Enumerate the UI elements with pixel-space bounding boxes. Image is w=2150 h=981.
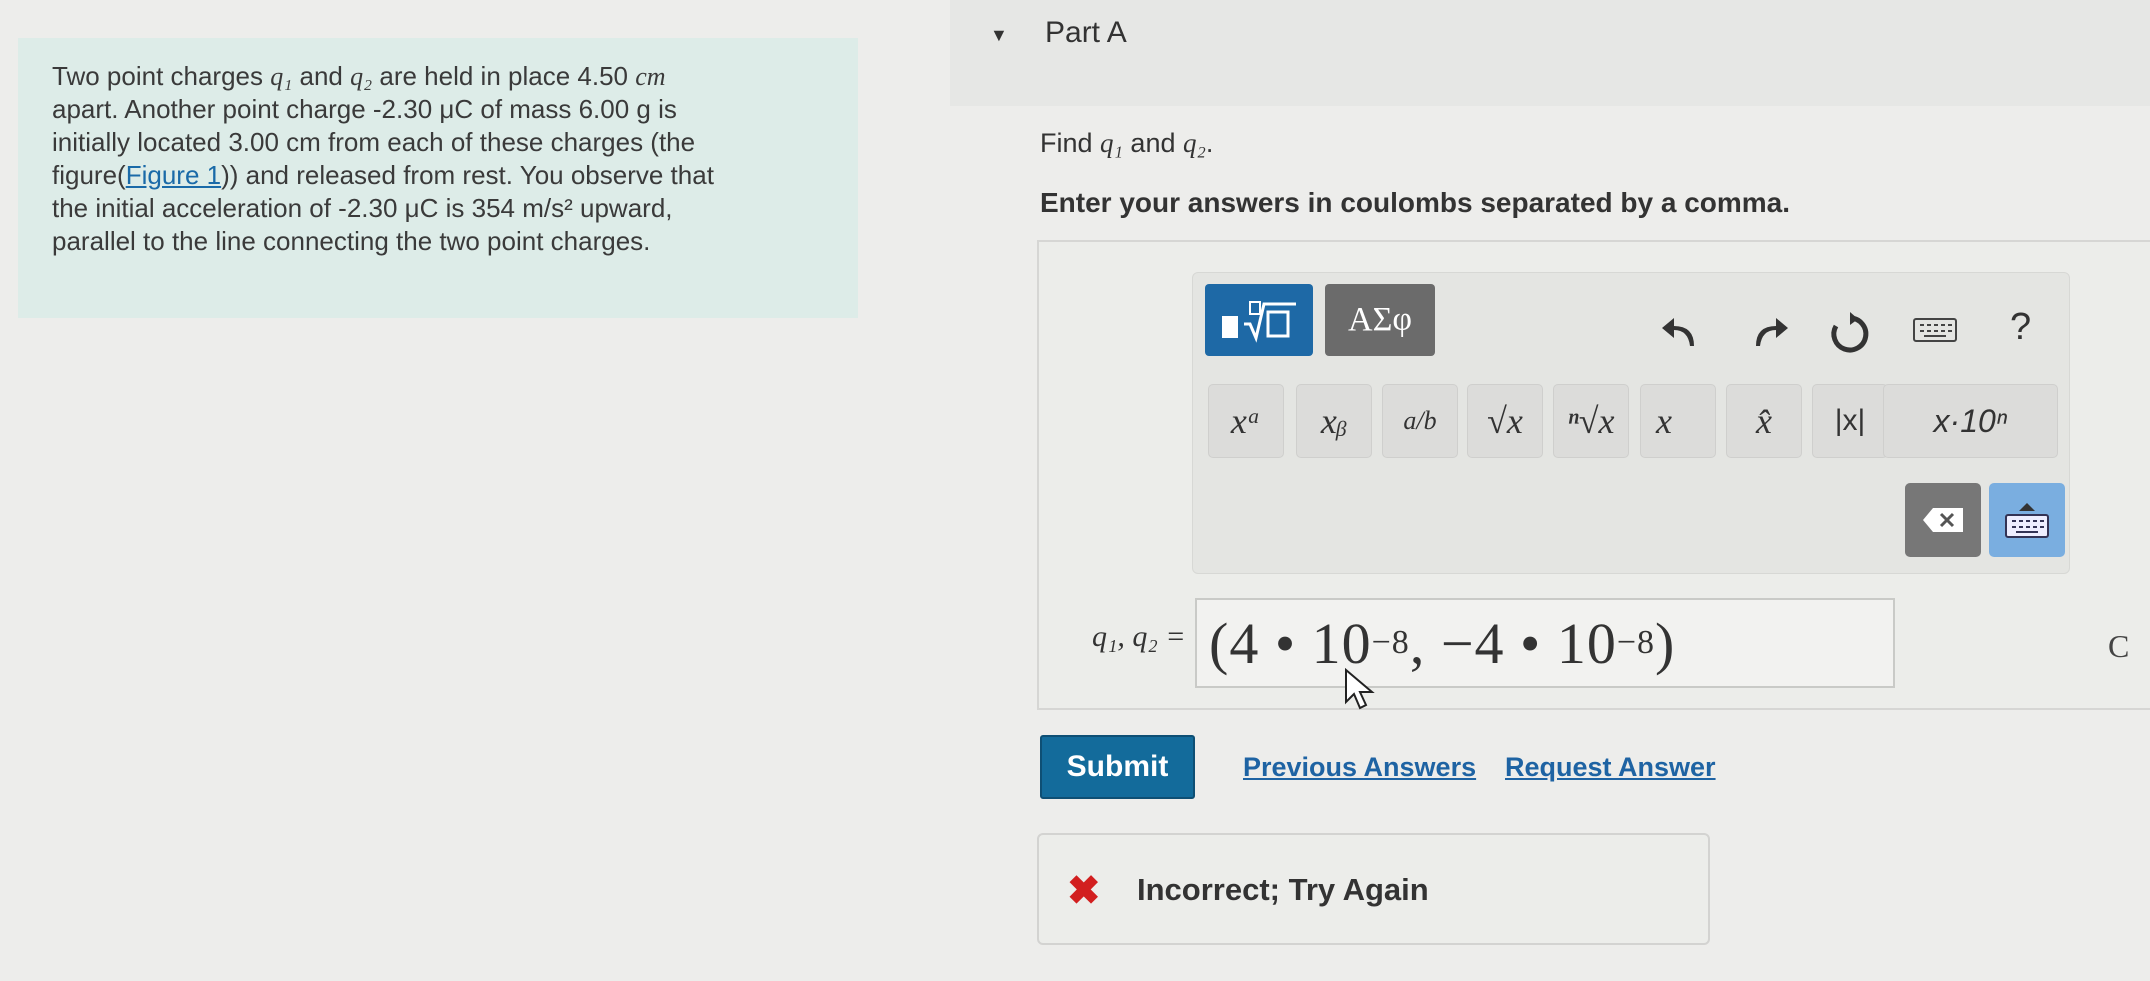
- request-answer-link[interactable]: Request Answer: [1505, 752, 1716, 783]
- problem-text: )) and released from rest. You observe t…: [221, 160, 714, 190]
- q1-symbol: q₁: [270, 62, 293, 91]
- problem-line-3: initially located 3.00 cm from each of t…: [52, 127, 696, 157]
- reset-icon[interactable]: [1828, 312, 1872, 366]
- problem-line-4: figure(Figure 1)) and released from rest…: [52, 159, 838, 192]
- answer-text: , −4 • 10: [1409, 610, 1617, 676]
- problem-text: and: [292, 61, 351, 91]
- prompt-text: .: [1205, 128, 1214, 158]
- unit-vector-button[interactable]: x̂: [1726, 384, 1802, 458]
- unit-cm: cm: [635, 62, 666, 91]
- prompt-text: Find: [1040, 128, 1101, 158]
- part-header[interactable]: [950, 0, 2150, 106]
- problem-line-1: Two point charges q₁ and q₂ are held in …: [52, 60, 838, 93]
- backspace-icon: [1923, 508, 1963, 532]
- prompt-text: and: [1122, 128, 1183, 158]
- problem-text: Two point charges: [52, 61, 271, 91]
- problem-text: are held in place 4.50: [372, 61, 636, 91]
- answer-input[interactable]: (4 • 10 −8, −4 • 10 −8): [1195, 598, 1895, 688]
- sqrt-button[interactable]: √x: [1467, 384, 1543, 458]
- part-title[interactable]: Part A: [1045, 16, 1127, 50]
- answer-label: q₁, q₂ =: [1092, 620, 1186, 653]
- redo-icon[interactable]: [1748, 312, 1792, 362]
- greek-symbols-button[interactable]: ΑΣφ: [1325, 284, 1435, 356]
- templates-icon: [1222, 301, 1296, 343]
- incorrect-icon: ✖: [1067, 869, 1101, 913]
- mouse-cursor-icon: [1342, 667, 1376, 717]
- answer-text: ): [1655, 610, 1676, 676]
- collapse-caret-icon[interactable]: ▼: [990, 25, 1008, 46]
- undo-icon[interactable]: [1658, 312, 1702, 362]
- submit-button[interactable]: Submit: [1040, 735, 1195, 799]
- q2-symbol: q₂: [1182, 128, 1206, 158]
- answer-instructions: Enter your answers in coulombs separated…: [1040, 187, 1791, 218]
- feedback-message: Incorrect; Try Again: [1137, 872, 1429, 907]
- previous-answers-link[interactable]: Previous Answers: [1243, 752, 1476, 783]
- help-button[interactable]: ?: [2010, 306, 2031, 349]
- fraction-button[interactable]: a/b: [1382, 384, 1458, 458]
- backspace-button[interactable]: [1905, 483, 1981, 557]
- problem-line-5: the initial acceleration of -2.30 μC is …: [52, 193, 673, 223]
- vector-button[interactable]: x⃗: [1640, 384, 1716, 458]
- problem-line-2: apart. Another point charge -2.30 μC of …: [52, 94, 677, 124]
- figure-link[interactable]: Figure 1: [126, 160, 221, 190]
- keyboard-icon: [2005, 514, 2049, 538]
- question-prompt: Find q₁ and q₂.: [1040, 128, 1213, 159]
- subscript-button[interactable]: xᵦ: [1296, 384, 1372, 458]
- chevron-up-icon: [2019, 503, 2035, 511]
- q1-symbol: q₁: [1100, 128, 1123, 158]
- scientific-notation-button[interactable]: x·10ⁿ: [1883, 384, 2058, 458]
- answer-exponent: −8: [1616, 624, 1656, 661]
- problem-text: figure(: [52, 160, 126, 190]
- superscript-button[interactable]: xᵃ: [1208, 384, 1284, 458]
- keyboard-shortcuts-icon[interactable]: [1912, 312, 1958, 355]
- nth-root-button[interactable]: ⁿ√x: [1553, 384, 1629, 458]
- answer-text: (4 • 10: [1209, 610, 1372, 676]
- absolute-value-button[interactable]: |x|: [1812, 384, 1888, 458]
- units-label: C: [2108, 628, 2130, 664]
- toggle-keyboard-button[interactable]: [1989, 483, 2065, 557]
- answer-exponent: −8: [1371, 624, 1410, 661]
- problem-statement: Two point charges q₁ and q₂ are held in …: [18, 38, 858, 318]
- q2-symbol: q₂: [350, 62, 373, 91]
- problem-line-6: parallel to the line connecting the two …: [52, 226, 651, 256]
- templates-button[interactable]: [1205, 284, 1313, 356]
